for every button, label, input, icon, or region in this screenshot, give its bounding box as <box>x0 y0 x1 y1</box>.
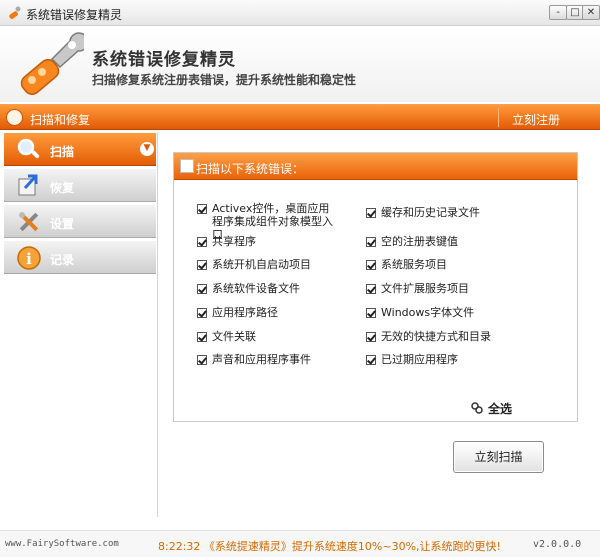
app-header: 系统错误修复精灵 扫描修复系统注册表错误，提升系统性能和稳定性 <box>0 27 600 102</box>
app-name: 系统错误修复精灵 <box>92 50 236 70</box>
svg-text:i: i <box>26 250 32 268</box>
checkbox[interactable] <box>197 260 207 270</box>
checkbox[interactable] <box>366 208 376 218</box>
option-label: 共享程序 <box>212 235 256 248</box>
promo-message[interactable]: 8:22:32 《系统提速精灵》提升系统速度10%~30%,让系统跑的更快! <box>158 538 501 554</box>
bar-divider <box>498 108 499 127</box>
sidebar-item-log[interactable]: i 记录 <box>4 241 156 274</box>
window-title: 系统错误修复精灵 <box>26 8 123 22</box>
magnifier-icon <box>17 138 40 159</box>
sidebar: 扫描 ▼ 恢复 设置 i 记录 <box>4 133 156 517</box>
panel-title: 扫描以下系统错误： <box>196 162 305 176</box>
close-button[interactable]: ✕ <box>582 5 600 20</box>
sidebar-item-label: 记录 <box>50 253 75 267</box>
tools-icon <box>19 212 39 232</box>
option-label: 应用程序路径 <box>212 306 278 319</box>
select-all-label: 全选 <box>488 402 513 416</box>
sidebar-item-label: 恢复 <box>50 181 75 195</box>
select-all-icon <box>471 402 483 414</box>
sidebar-item-restore[interactable]: 恢复 <box>4 169 156 202</box>
sidebar-item-label: 设置 <box>50 217 75 231</box>
sidebar-item-label: 扫描 <box>50 145 75 159</box>
option-label: 无效的快捷方式和目录 <box>381 330 491 343</box>
checklist-icon <box>180 159 194 173</box>
restore-icon <box>18 174 38 196</box>
section-bar: 扫描和修复 立刻注册 <box>0 104 600 130</box>
info-icon: i <box>17 246 41 270</box>
checkbox[interactable] <box>366 260 376 270</box>
sidebar-item-settings[interactable]: 设置 <box>4 205 156 238</box>
minimize-button[interactable]: - <box>549 5 567 20</box>
option-label: 空的注册表键值 <box>381 235 458 248</box>
option-label: 已过期应用程序 <box>381 353 458 366</box>
app-tagline: 扫描修复系统注册表错误，提升系统性能和稳定性 <box>92 73 357 87</box>
option-label: 缓存和历史记录文件 <box>381 206 480 219</box>
checkbox[interactable] <box>366 332 376 342</box>
checkbox[interactable] <box>197 355 207 365</box>
title-bar: 系统错误修复精灵 - □ ✕ <box>0 0 600 26</box>
option-label: 声音和应用程序事件 <box>212 353 311 366</box>
checkbox[interactable] <box>197 332 207 342</box>
option-label: 文件扩展服务项目 <box>381 282 469 295</box>
checkbox[interactable] <box>366 284 376 294</box>
home-icon[interactable] <box>6 109 23 126</box>
section-title: 扫描和修复 <box>30 113 91 127</box>
version-label: v2.0.0.0 <box>533 539 582 550</box>
wrench-logo-icon <box>20 32 84 95</box>
checkbox[interactable] <box>197 308 207 318</box>
checkbox[interactable] <box>366 355 376 365</box>
option-label: 系统软件设备文件 <box>212 282 300 295</box>
panel-header: 扫描以下系统错误： <box>174 153 577 180</box>
register-now-link[interactable]: 立刻注册 <box>512 111 560 128</box>
option-label: 系统服务项目 <box>381 258 447 271</box>
option-label: Windows字体文件 <box>381 306 475 319</box>
option-label: 系统开机自启动项目 <box>212 258 311 271</box>
chevron-down-icon: ▼ <box>140 142 154 156</box>
scan-now-button[interactable]: 立刻扫描 <box>453 441 544 473</box>
checkbox[interactable] <box>197 237 207 247</box>
sidebar-divider <box>157 133 158 517</box>
checkbox[interactable] <box>366 237 376 247</box>
sidebar-item-scan[interactable]: 扫描 ▼ <box>4 133 156 166</box>
status-bar: www.FairySoftware.com 8:22:32 《系统提速精灵》提升… <box>0 530 600 557</box>
website-link[interactable]: www.FairySoftware.com <box>5 539 119 549</box>
checkbox[interactable] <box>366 308 376 318</box>
checkbox[interactable] <box>197 204 207 214</box>
option-label: 文件关联 <box>212 330 256 343</box>
checkbox[interactable] <box>197 284 207 294</box>
app-icon <box>9 6 21 19</box>
